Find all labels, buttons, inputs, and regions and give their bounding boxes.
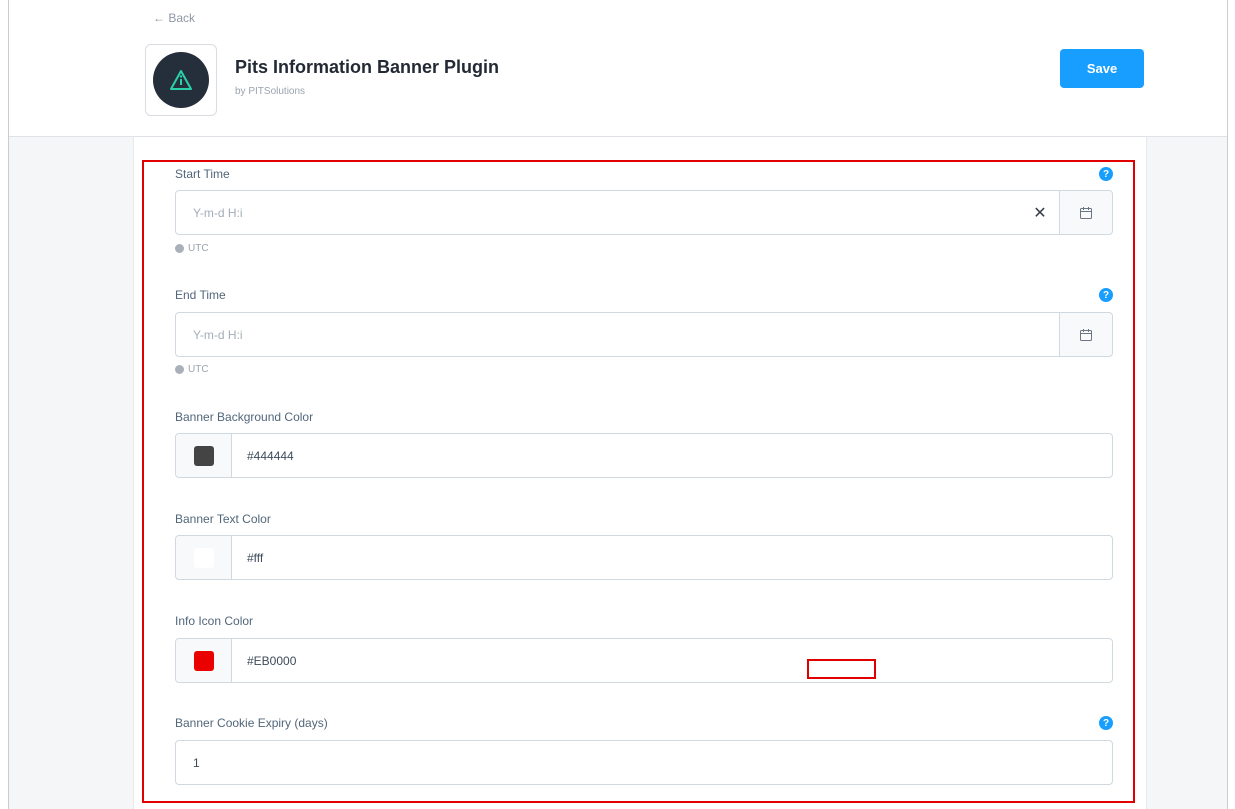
end-time-input[interactable] bbox=[176, 313, 1056, 356]
calendar-icon[interactable] bbox=[1059, 313, 1112, 356]
warning-info-icon bbox=[153, 52, 209, 108]
banner-background-color-label: Banner Background Color bbox=[175, 410, 314, 424]
end-time-label: End Time bbox=[175, 288, 226, 302]
banner-background-color-input[interactable] bbox=[231, 434, 1091, 477]
start-time-label: Start Time bbox=[175, 167, 230, 181]
start-time-timezone-label: UTC bbox=[188, 243, 209, 254]
end-time-help-icon[interactable]: ? bbox=[1099, 288, 1113, 302]
end-time-timezone-label: UTC bbox=[188, 364, 209, 375]
info-icon-color-input[interactable] bbox=[231, 639, 1091, 682]
start-time-field: ✕ bbox=[175, 190, 1113, 235]
banner-text-color-input[interactable] bbox=[231, 536, 1091, 579]
clock-icon bbox=[175, 244, 184, 253]
end-time-timezone: UTC bbox=[175, 364, 209, 375]
plugin-author: by PITSolutions bbox=[235, 86, 306, 97]
color-swatch-button[interactable] bbox=[176, 434, 232, 477]
back-link[interactable]: ← Back bbox=[153, 11, 195, 25]
end-time-field bbox=[175, 312, 1113, 357]
banner-background-color-field bbox=[175, 433, 1113, 478]
color-swatch-button[interactable] bbox=[176, 639, 232, 682]
color-swatch-button[interactable] bbox=[176, 536, 232, 579]
start-time-help-icon[interactable]: ? bbox=[1099, 167, 1113, 181]
frame-right-border bbox=[1227, 0, 1228, 809]
banner-cookie-expiry-help-icon[interactable]: ? bbox=[1099, 716, 1113, 730]
color-swatch bbox=[193, 445, 214, 466]
banner-cookie-expiry-label: Banner Cookie Expiry (days) bbox=[175, 716, 328, 730]
clear-icon[interactable]: ✕ bbox=[1024, 191, 1056, 234]
banner-cookie-expiry-field bbox=[175, 740, 1113, 785]
banner-text-color-label: Banner Text Color bbox=[175, 512, 271, 526]
info-icon-color-field bbox=[175, 638, 1113, 683]
info-icon-color-label: Info Icon Color bbox=[175, 614, 254, 628]
clock-icon bbox=[175, 365, 184, 374]
color-swatch bbox=[193, 547, 214, 568]
banner-text-color-field bbox=[175, 535, 1113, 580]
save-button[interactable]: Save bbox=[1060, 49, 1144, 88]
calendar-icon[interactable] bbox=[1059, 191, 1112, 234]
plugin-logo bbox=[145, 44, 217, 116]
plugin-title: Pits Information Banner Plugin bbox=[235, 57, 500, 77]
color-swatch bbox=[193, 650, 214, 671]
start-time-timezone: UTC bbox=[175, 243, 209, 254]
start-time-input[interactable] bbox=[176, 191, 1016, 234]
banner-cookie-expiry-input[interactable] bbox=[176, 741, 1106, 784]
